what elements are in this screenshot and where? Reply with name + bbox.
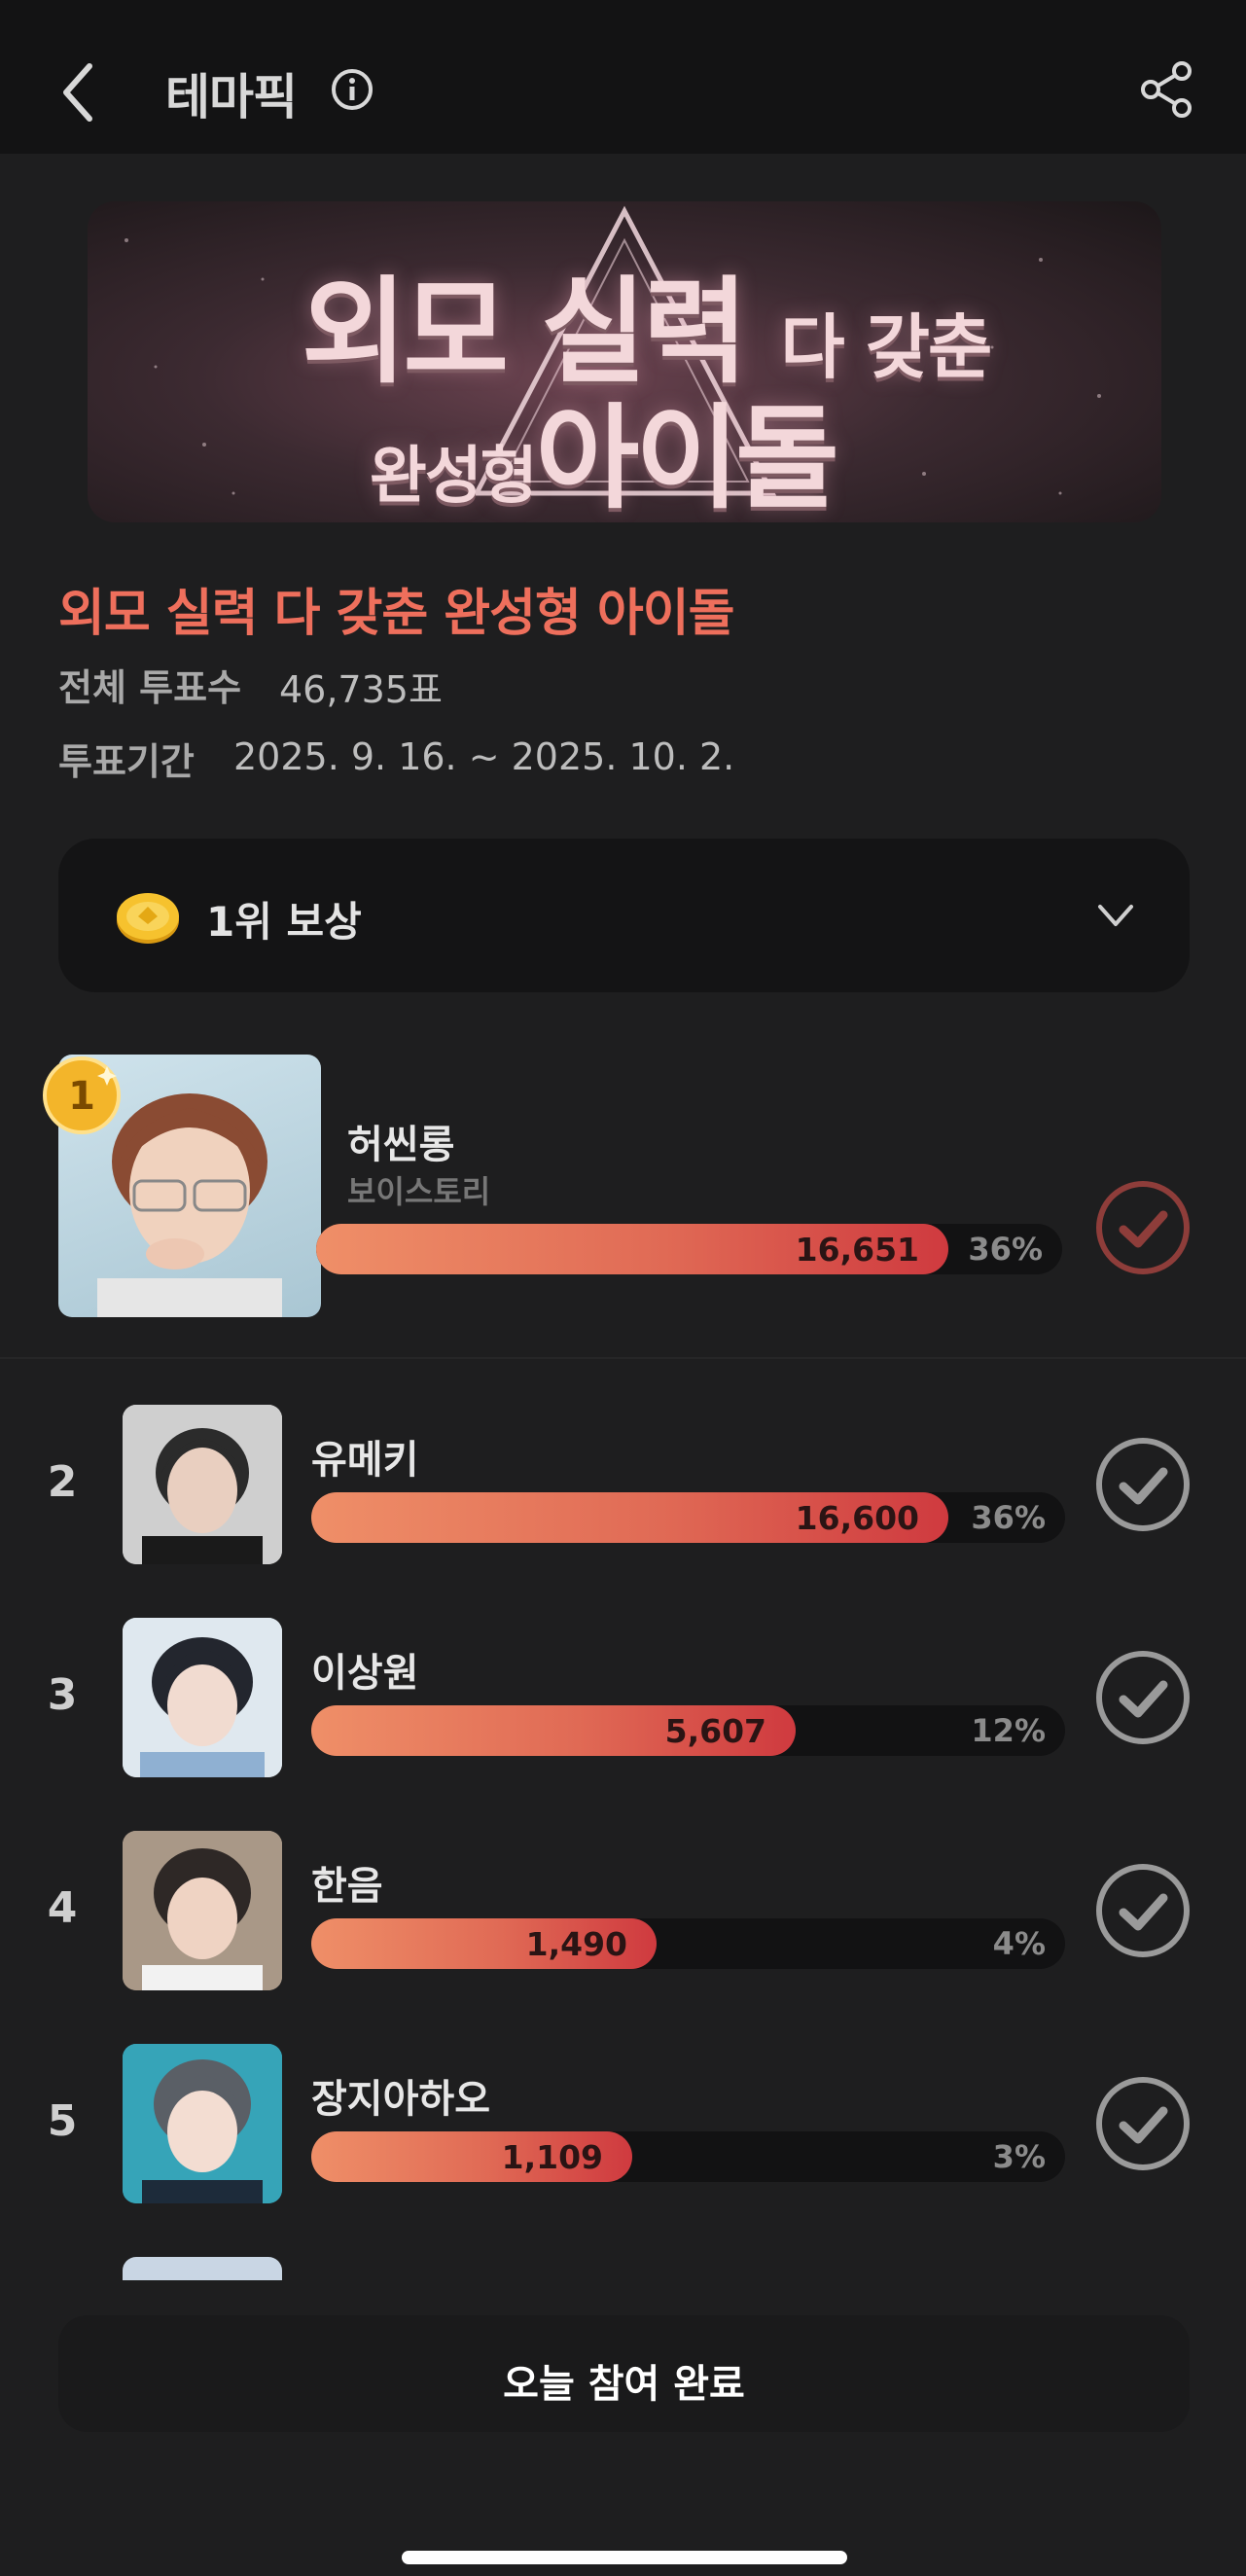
rank-number: 4 [47, 1883, 78, 1933]
participation-done-button[interactable]: 오늘 참여 완료 [58, 2315, 1190, 2432]
candidate-group: 보이스토리 [347, 1173, 491, 1210]
candidate-photo-partial [123, 2257, 282, 2280]
vote-count: 1,109 [501, 2138, 603, 2176]
vote-bar-fill: 1,109 [311, 2131, 632, 2182]
page-title: 테마픽 [165, 69, 298, 125]
candidate-photo [123, 1405, 282, 1564]
theme-banner: 외모 실력 다 갖춘 완성형아이돌 [88, 201, 1161, 522]
total-votes-label: 전체 투표수 [58, 666, 242, 709]
portrait-illustration [123, 1405, 282, 1564]
candidate-name: 유메키 [311, 1438, 419, 1483]
vote-percent: 4% [992, 1925, 1046, 1962]
coin-icon [117, 893, 179, 944]
first-place-reward-toggle[interactable]: 1위 보상 [58, 839, 1190, 992]
vote-bar-fill: 5,607 [311, 1705, 796, 1756]
vote-count: 5,607 [664, 1712, 766, 1750]
candidate-row-3: 3 이상원 5,607 12% [0, 1618, 1246, 1777]
chevron-left-icon[interactable] [51, 49, 109, 136]
svg-text:1: 1 [68, 1074, 95, 1119]
vote-check-icon[interactable] [1094, 2075, 1192, 2172]
vote-bar: 1,109 3% [311, 2131, 1065, 2182]
first-place-medal-icon: 1 [43, 1056, 121, 1134]
share-icon[interactable] [1138, 60, 1196, 119]
vote-count: 1,490 [525, 1925, 627, 1963]
vote-period-label: 투표기간 [58, 740, 195, 783]
vote-bar: 16,600 36% [311, 1492, 1065, 1543]
top-bar: 테마픽 [0, 0, 1246, 154]
rank-number: 3 [47, 1670, 78, 1720]
poll-title: 외모 실력 다 갖춘 완성형 아이돌 [58, 585, 734, 643]
candidate-row-4: 4 한음 1,490 4% [0, 1831, 1246, 1990]
candidate-photo [123, 2044, 282, 2203]
vote-count: 16,651 [795, 1231, 919, 1269]
total-votes-value: 46,735표 [279, 668, 443, 711]
vote-percent: 12% [971, 1712, 1046, 1749]
rank-number: 5 [47, 2096, 78, 2146]
vote-percent: 36% [968, 1231, 1043, 1268]
candidate-name: 허씬롱 [347, 1123, 455, 1167]
candidate-row-2: 2 유메키 16,600 36% [0, 1405, 1246, 1564]
vote-period-value: 2025. 9. 16. ~ 2025. 10. 2. [233, 735, 735, 778]
home-indicator[interactable] [402, 2551, 847, 2564]
vote-bar-fill: 1,490 [311, 1918, 657, 1969]
candidate-name: 이상원 [311, 1651, 419, 1696]
done-button-label: 오늘 참여 완료 [503, 2362, 745, 2407]
divider [0, 1357, 1246, 1359]
candidate-photo [123, 1831, 282, 1990]
vote-bar-fill: 16,600 [311, 1492, 948, 1543]
vote-percent: 3% [992, 2138, 1046, 2175]
banner-line-2: 완성형아이돌 [370, 393, 839, 522]
portrait-illustration [123, 1831, 282, 1990]
vote-bar-fill: 16,651 [316, 1224, 948, 1274]
vote-check-icon[interactable] [1094, 1179, 1192, 1276]
rank-number: 2 [47, 1457, 78, 1507]
reward-label: 1위 보상 [206, 898, 362, 946]
candidate-row-5: 5 장지아하오 1,109 3% [0, 2044, 1246, 2203]
vote-bar: 5,607 12% [311, 1705, 1065, 1756]
portrait-illustration [123, 2044, 282, 2203]
vote-bar: 16,651 36% [316, 1224, 1062, 1274]
candidate-photo [123, 1618, 282, 1777]
candidate-row-1: 1 허씬롱 보이스토리 16,651 36% [0, 1053, 1246, 1356]
vote-check-icon[interactable] [1094, 1862, 1192, 1959]
vote-check-icon[interactable] [1094, 1436, 1192, 1533]
vote-check-icon[interactable] [1094, 1649, 1192, 1746]
candidate-name: 한음 [311, 1864, 383, 1909]
candidate-name: 장지아하오 [311, 2077, 490, 2122]
chevron-down-icon [1098, 905, 1133, 926]
info-icon[interactable] [331, 68, 374, 111]
vote-percent: 36% [971, 1499, 1046, 1536]
vote-bar: 1,490 4% [311, 1918, 1065, 1969]
portrait-illustration [123, 1618, 282, 1777]
vote-count: 16,600 [795, 1499, 919, 1537]
